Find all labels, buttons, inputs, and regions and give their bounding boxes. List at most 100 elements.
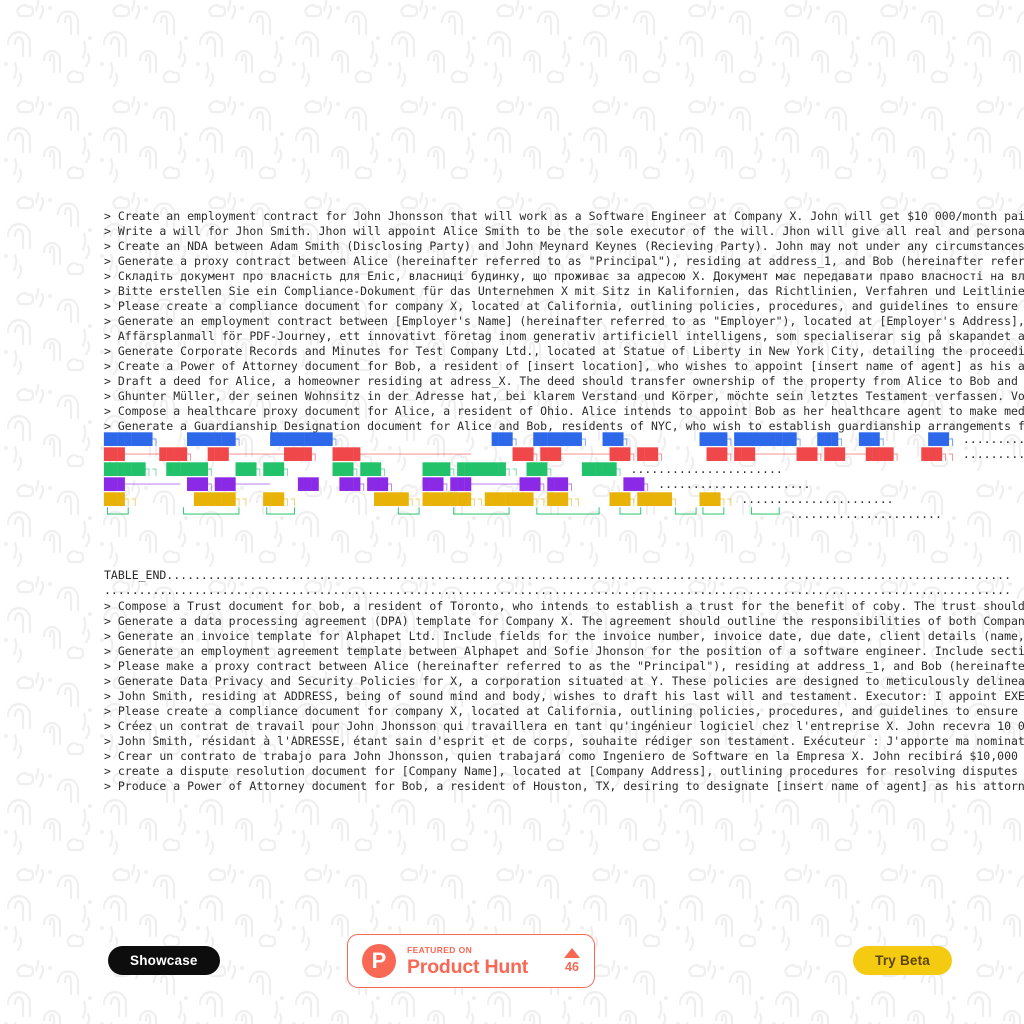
ascii-table-row: ██████┐┐ ██████┐ ███┐███┐ ███┐███┐ ████┐… xyxy=(104,462,1024,477)
ascii-gap xyxy=(665,447,707,462)
ascii-tail: ┐ xyxy=(630,492,638,506)
product-hunt-badge[interactable]: P FEATURED ON Product Hunt 46 xyxy=(347,934,595,988)
prompt-line: > Складіть документ про власність для Ел… xyxy=(104,269,1024,283)
prompt-line: > Draft a deed for Alice, a homeowner re… xyxy=(104,374,1018,388)
ascii-block: ███ xyxy=(699,492,721,506)
ascii-gap xyxy=(845,432,859,447)
ascii-gap xyxy=(423,507,451,522)
ascii-block: ███████ xyxy=(422,492,472,506)
ascii-block: ███ xyxy=(367,477,388,491)
ascii-block: ███ xyxy=(858,432,880,446)
product-hunt-name-label: Product Hunt xyxy=(407,955,529,978)
ascii-block: ███ xyxy=(104,447,125,461)
ascii-tail: ┐ xyxy=(450,462,458,476)
ascii-row-dots: ...................... xyxy=(782,507,942,521)
ascii-tail: ┐┐ xyxy=(720,492,735,506)
ascii-gap xyxy=(319,477,340,492)
ascii-block: ███ xyxy=(297,477,319,491)
prompt-line: > Crear un contrato de trabajo para John… xyxy=(104,749,1018,763)
ascii-brace: └──┘ xyxy=(671,507,700,521)
ascii-gap xyxy=(679,492,700,507)
ascii-block: ███ xyxy=(422,477,444,491)
ascii-tail: ┐┐ xyxy=(124,492,139,506)
ascii-tail: ┐ xyxy=(838,432,846,446)
ascii-gap xyxy=(554,462,582,477)
ascii-block: ███ xyxy=(263,492,285,506)
ascii-tail: ┐ xyxy=(152,432,160,446)
ascii-row-dots: ...................... xyxy=(734,492,894,506)
product-hunt-upvote[interactable]: 46 xyxy=(564,948,580,974)
prompt-line: > Create an employment contract for John… xyxy=(104,209,1024,223)
ascii-tail: ┐ xyxy=(568,477,576,491)
ascii-block: ███ xyxy=(235,462,257,476)
ascii-block: ███ xyxy=(214,477,236,491)
ascii-gap xyxy=(471,447,513,462)
ascii-gap xyxy=(727,507,748,522)
table-end-line: TABLE_END...............................… xyxy=(104,568,1011,582)
table-end-marker: TABLE_END...............................… xyxy=(104,568,1024,598)
ascii-block: ███ xyxy=(547,477,569,491)
ascii-tail: ┐ xyxy=(388,477,395,491)
ascii-gap xyxy=(589,432,603,447)
ascii-tail: ┐┐ xyxy=(408,492,423,506)
ascii-brace: └───┘ xyxy=(263,507,298,521)
ascii-gap xyxy=(582,492,610,507)
ascii-tail: ┐ xyxy=(644,477,652,491)
prompt-line: > John Smith, residing at ADDRESS, being… xyxy=(104,689,1024,703)
ascii-brace: └──┘ xyxy=(104,507,132,521)
prompt-line: > Create an NDA between Adam Smith (Disc… xyxy=(104,239,1024,253)
ascii-brace: └──┘ xyxy=(699,507,728,521)
ascii-block: ███ xyxy=(637,447,659,461)
ascii-gap xyxy=(159,432,187,447)
ascii-block: ██████ xyxy=(166,462,208,476)
ascii-row-dots: ...................... xyxy=(962,432,1024,446)
prompt-line: > Please create a compliance document fo… xyxy=(104,704,1018,718)
prompt-line: > Generate an employment contract betwee… xyxy=(104,314,1024,328)
ascii-rail: ──────── xyxy=(124,477,181,491)
ascii-tail: ┐ xyxy=(658,447,666,461)
prompt-line: > John Smith, résidant à l'ADRESSE, étan… xyxy=(104,734,1024,748)
ascii-row-dots: ...................... xyxy=(651,477,811,491)
prompt-line: > Compose a healthcare proxy document fo… xyxy=(104,404,1024,418)
ascii-row-dots: ...................... xyxy=(623,462,783,476)
ascii-tail: ┐ xyxy=(187,447,195,461)
prompt-line: > Affärsplanmall för PDF-Journey, ett in… xyxy=(104,329,1024,343)
ascii-gap xyxy=(242,507,263,522)
ascii-gap xyxy=(291,462,333,477)
ascii-table-row: └──┘ └───────┘ └───┘ └──┘ └───────┘ └───… xyxy=(104,507,1024,522)
ascii-block: ███ xyxy=(450,477,472,491)
ascii-tail: ┐ xyxy=(512,432,520,446)
prompt-line: > Produce a Power of Attorney document f… xyxy=(104,779,1024,793)
ascii-block: ███ xyxy=(796,447,818,461)
ascii-tail: ┐ xyxy=(284,462,292,476)
ascii-block: ███ xyxy=(824,447,846,461)
ascii-gap xyxy=(630,432,699,447)
showcase-button[interactable]: Showcase xyxy=(108,946,220,975)
ascii-tail: ┐ xyxy=(547,462,555,476)
ascii-tail: ┐ xyxy=(207,477,215,491)
ascii-table-row: ███████┐ ███████┐ █████████┐ ███┐ ██████… xyxy=(104,432,1024,447)
ascii-brace: └───────┘ xyxy=(180,507,243,521)
ascii-block: █████ xyxy=(637,492,672,506)
prompt-line: > Generate a proxy contract between Alic… xyxy=(104,254,1024,268)
ascii-gap xyxy=(395,477,423,492)
ascii-tail: ┐┐ xyxy=(568,492,582,506)
ascii-rail: ────── xyxy=(755,447,797,461)
ascii-tail: ┐ xyxy=(727,432,735,446)
ascii-rail: ─── xyxy=(845,447,866,461)
ascii-block: ███████ xyxy=(484,492,534,506)
ascii-tail: ┐ xyxy=(443,477,451,491)
ascii-rail: ───── xyxy=(124,447,160,461)
ascii-rail: ───── xyxy=(235,477,271,491)
ascii-row-dots: ...................... xyxy=(962,447,1024,461)
try-beta-button[interactable]: Try Beta xyxy=(853,946,952,975)
ascii-gap xyxy=(804,432,818,447)
ascii-color-table: ███████┐ ███████┐ █████████┐ ███┐ ██████… xyxy=(104,432,1024,522)
prompt-line: > Please make a proxy contract between A… xyxy=(104,659,1024,673)
prompt-line: > Generate a data processing agreement (… xyxy=(104,614,1024,628)
ascii-table-row: ███─────████┐ ███────────████┐ ████─────… xyxy=(104,447,1024,462)
ascii-block: ██████ xyxy=(194,492,236,506)
ascii-tail: ┐ xyxy=(893,447,901,461)
ascii-block: ███████ xyxy=(187,432,236,446)
ascii-gap xyxy=(319,447,333,462)
